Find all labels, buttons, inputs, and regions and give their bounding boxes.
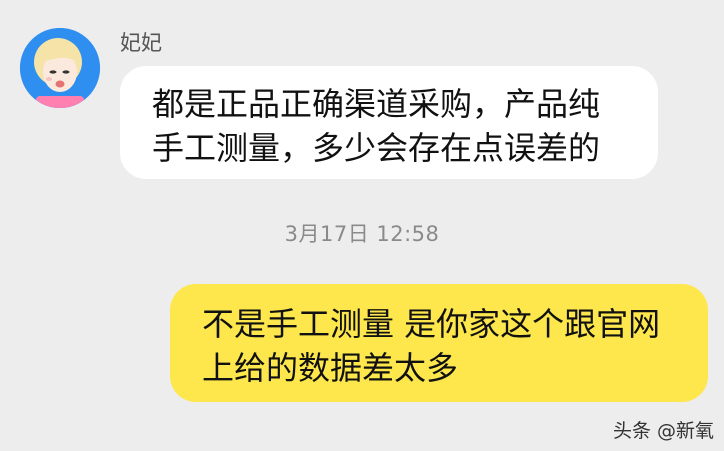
incoming-message-line-2: 手工测量，多少会存在点误差的 xyxy=(152,129,601,167)
message-timestamp: 3月17日 12:58 xyxy=(284,222,440,246)
outgoing-message-line-1: 不是手工测量 是你家这个跟官网 xyxy=(202,305,661,343)
watermark: 头条 @新氧 xyxy=(612,420,714,442)
sender-name: 妃妃 xyxy=(120,31,162,55)
cartoon-girl-avatar-icon xyxy=(20,28,100,108)
sender-avatar[interactable] xyxy=(20,28,100,108)
incoming-message-line-1: 都是正品正确渠道采购，产品纯 xyxy=(152,85,601,123)
outgoing-message-bubble[interactable]: 不是手工测量 是你家这个跟官网 上给的数据差太多 xyxy=(170,284,708,402)
incoming-message-bubble[interactable]: 都是正品正确渠道采购，产品纯 手工测量，多少会存在点误差的 xyxy=(120,66,658,179)
outgoing-message-line-2: 上给的数据差太多 xyxy=(202,349,459,387)
